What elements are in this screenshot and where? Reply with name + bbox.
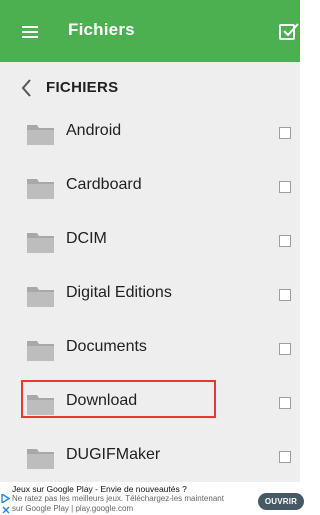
folder-row-download[interactable]: Download [0, 376, 300, 430]
chevron-left-icon[interactable] [20, 78, 32, 98]
ad-body: Ne ratez pas les meilleurs jeux. Télécha… [12, 494, 224, 513]
app-bar: Fichiers [0, 0, 300, 62]
folder-name: Android [66, 122, 122, 139]
checkbox-select-icon[interactable] [279, 22, 300, 41]
app-title: Fichiers [68, 20, 135, 39]
folder-icon [27, 233, 54, 253]
folder-icon [27, 179, 54, 199]
folder-icon [27, 125, 54, 145]
folder-name: DUGIFMaker [66, 446, 161, 463]
folder-row-dcim[interactable]: DCIM [0, 214, 300, 268]
folder-row-cardboard[interactable]: Cardboard [0, 160, 300, 214]
folder-icon [27, 287, 54, 307]
folder-checkbox[interactable] [279, 181, 291, 193]
folder-icon [27, 341, 54, 361]
folder-name: Download [66, 392, 138, 409]
folder-row-digital-editions[interactable]: Digital Editions [0, 268, 300, 322]
breadcrumb-label[interactable]: FICHIERS [46, 79, 118, 96]
folder-checkbox[interactable] [279, 397, 291, 409]
folder-checkbox[interactable] [279, 235, 291, 247]
folder-row-documents[interactable]: Documents [0, 322, 300, 376]
folder-list: Android Cardboard DCIM Digital Editions … [0, 106, 300, 484]
folder-checkbox[interactable] [279, 451, 291, 463]
folder-icon [27, 449, 54, 469]
hamburger-menu-icon[interactable] [22, 26, 38, 38]
folder-icon [27, 395, 54, 415]
ad-play-icon[interactable] [1, 494, 10, 503]
ad-title: Jeux sur Google Play - Envie de nouveaut… [12, 484, 187, 494]
folder-checkbox[interactable] [279, 127, 291, 139]
folder-name: Cardboard [66, 176, 142, 193]
ad-open-button[interactable]: OUVRIR [258, 493, 304, 510]
ad-close-icon[interactable] [2, 506, 10, 514]
folder-name: DCIM [66, 230, 107, 247]
folder-name: Digital Editions [66, 284, 172, 301]
ad-banner[interactable]: Jeux sur Google Play - Envie de nouveaut… [0, 482, 304, 515]
folder-row-android[interactable]: Android [0, 106, 300, 160]
folder-checkbox[interactable] [279, 289, 291, 301]
folder-checkbox[interactable] [279, 343, 291, 355]
folder-row-dugifmaker[interactable]: DUGIFMaker [0, 430, 300, 484]
folder-name: Documents [66, 338, 147, 355]
